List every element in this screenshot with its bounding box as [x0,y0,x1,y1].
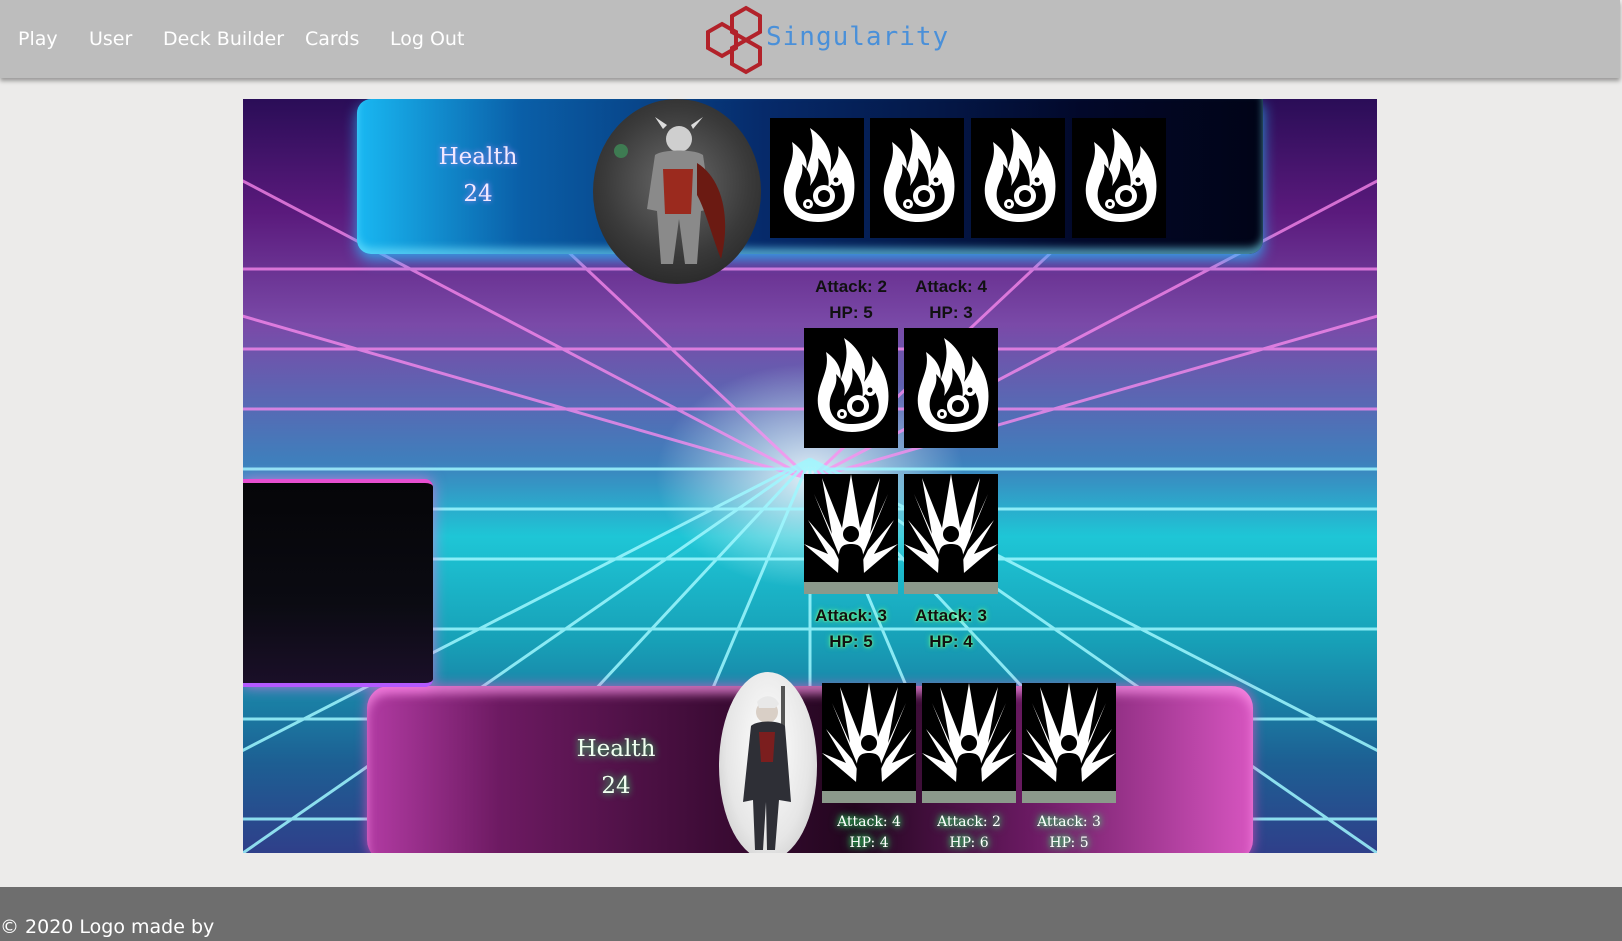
summon-card-icon [1022,683,1116,803]
player-field-card[interactable] [904,474,998,594]
summon-card-icon [804,474,898,594]
opponent-field-card-1-stats: Attack: 2 HP: 5 [804,274,898,326]
player-hand-card-1-stats: Attack: 4 HP: 4 [822,812,916,853]
fireball-card-icon [783,128,855,222]
attack-value: Attack: 2 [937,814,1001,830]
attack-value: Attack: 4 [837,814,901,830]
summon-card-icon [822,683,916,803]
hp-value: HP: 6 [949,835,989,851]
opponent-avatar[interactable] [593,99,761,284]
player-field-card-2-stats: Attack: 3 HP: 4 [904,603,998,655]
deck-slot[interactable] [243,479,433,687]
armored-warrior-icon [614,117,726,264]
fireball-card-icon [1085,128,1157,222]
attack-value: Attack: 2 [815,277,887,296]
opponent-field-card[interactable] [904,328,998,448]
hp-value: HP: 4 [929,632,973,651]
fireball-card-icon [883,128,955,222]
player-health-value: 24 [601,773,631,799]
opponent-health-value: 24 [463,181,493,207]
opponent-hand-card[interactable] [870,118,964,238]
footer-credit: © 2020 Logo made by [0,916,215,938]
player-field-card-1-stats: Attack: 3 HP: 5 [804,603,898,655]
hp-value: HP: 5 [829,303,873,322]
player-hand-card[interactable] [1022,683,1116,803]
opponent-hand-card[interactable] [770,118,864,238]
hexagon-logo-icon [706,5,762,75]
hp-value: HP: 3 [929,303,973,322]
player-hand-card[interactable] [822,683,916,803]
attack-value: Attack: 3 [1037,814,1101,830]
top-nav: Play User Deck Builder Cards Log Out Sin… [0,0,1620,78]
hp-value: HP: 4 [849,835,889,851]
fireball-card-icon [817,338,889,432]
opponent-hand-card[interactable] [1072,118,1166,238]
nav-deck-builder-link[interactable]: Deck Builder [163,28,284,50]
fireball-card-icon [917,338,989,432]
singularity-logo[interactable]: Singularity [700,4,948,76]
player-field-card[interactable] [804,474,898,594]
opponent-field-card-2-stats: Attack: 4 HP: 3 [904,274,998,326]
swordsman-hero-icon [743,686,791,850]
player-hand-card-2-stats: Attack: 2 HP: 6 [922,812,1016,853]
logo-text: Singularity [766,22,950,52]
hp-value: HP: 5 [1049,835,1089,851]
opponent-health: Health 24 [418,139,538,213]
nav-cards-link[interactable]: Cards [305,28,359,50]
footer: © 2020 Logo made by [0,887,1622,941]
summon-card-icon [922,683,1016,803]
nav-logout-link[interactable]: Log Out [390,28,464,50]
attack-value: Attack: 3 [915,606,987,625]
opponent-hand-card[interactable] [971,118,1065,238]
attack-value: Attack: 4 [915,277,987,296]
nav-user-link[interactable]: User [89,28,132,50]
game-board: Health 24 Attack: 2 HP: 5 Attack: 4 HP: … [243,99,1377,853]
opponent-health-label: Health [438,144,518,170]
player-avatar[interactable] [719,672,817,853]
player-health: Health 24 [561,731,671,805]
nav-play-link[interactable]: Play [18,28,58,50]
opponent-field-card[interactable] [804,328,898,448]
player-hand-card[interactable] [922,683,1016,803]
hp-value: HP: 5 [829,632,873,651]
player-health-label: Health [576,736,656,762]
player-hand-card-3-stats: Attack: 3 HP: 5 [1022,812,1116,853]
fireball-card-icon [984,128,1056,222]
summon-card-icon [904,474,998,594]
attack-value: Attack: 3 [815,606,887,625]
